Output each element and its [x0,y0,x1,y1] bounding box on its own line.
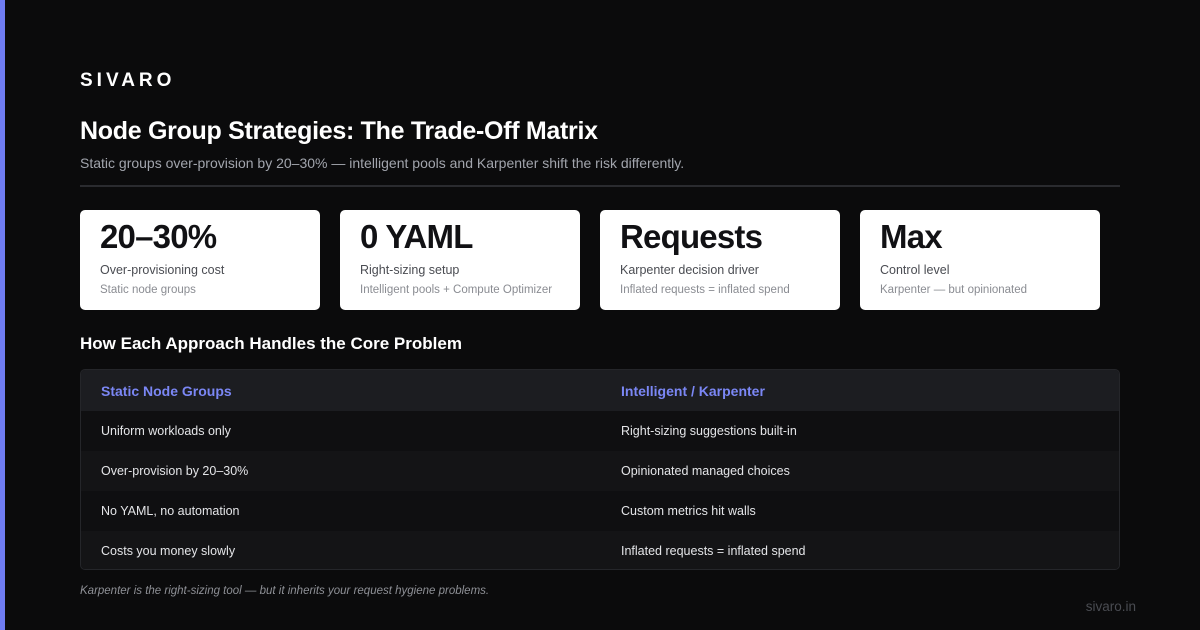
footnote: Karpenter is the right-sizing tool — but… [80,585,490,597]
table-row: Costs you money slowly Inflated requests… [81,531,1119,569]
stat-note: Inflated requests = inflated spend [620,284,790,296]
table-row: No YAML, no automation Custom metrics hi… [81,491,1119,531]
table-header-row: Static Node Groups Intelligent / Karpent… [81,370,1119,411]
accent-bar [0,0,5,630]
section-title: How Each Approach Handles the Core Probl… [80,334,462,353]
comparison-table: Static Node Groups Intelligent / Karpent… [80,369,1120,570]
table-cell-static: No YAML, no automation [101,504,240,518]
stat-note: Static node groups [100,284,196,296]
stat-label: Karpenter decision driver [620,263,759,277]
table-cell-intelligent: Inflated requests = inflated spend [621,544,806,558]
stat-note: Karpenter — but opinionated [880,284,1028,296]
table-row: Over-provision by 20–30% Opinionated man… [81,451,1119,491]
page-title: Node Group Strategies: The Trade-Off Mat… [80,117,598,145]
table-cell-intelligent: Custom metrics hit walls [621,504,756,518]
stat-card-right-sizing: 0 YAML Right-sizing setup Intelligent po… [340,210,580,310]
stat-label: Right-sizing setup [360,263,460,277]
table-cell-intelligent: Right-sizing suggestions built-in [621,424,797,438]
column-header-intelligent: Intelligent / Karpenter [621,382,765,399]
table-cell-intelligent: Opinionated managed choices [621,464,790,478]
stat-label: Over-provisioning cost [100,263,225,277]
table-cell-static: Over-provision by 20–30% [101,464,249,478]
stat-cards: 20–30% Over-provisioning cost Static nod… [80,210,1100,310]
stat-value: Requests [620,218,763,255]
brand-logo: SIVARO [80,70,176,91]
stat-card-decision-driver: Requests Karpenter decision driver Infla… [600,210,840,310]
page-subtitle: Static groups over-provision by 20–30% —… [80,155,685,171]
table-row: Uniform workloads only Right-sizing sugg… [81,411,1119,451]
header-divider [80,185,1120,187]
stat-value: 20–30% [100,218,217,255]
table-cell-static: Uniform workloads only [101,424,231,438]
stat-note: Intelligent pools + Compute Optimizer [360,284,553,296]
column-header-static: Static Node Groups [101,382,232,399]
table-cell-static: Costs you money slowly [101,544,236,558]
stat-value: Max [880,218,943,255]
site-url: sivaro.in [1085,599,1136,614]
stat-card-control-level: Max Control level Karpenter — but opinio… [860,210,1100,310]
stat-value: 0 YAML [360,218,473,255]
stat-label: Control level [880,263,950,277]
stat-card-overprovisioning: 20–30% Over-provisioning cost Static nod… [80,210,320,310]
